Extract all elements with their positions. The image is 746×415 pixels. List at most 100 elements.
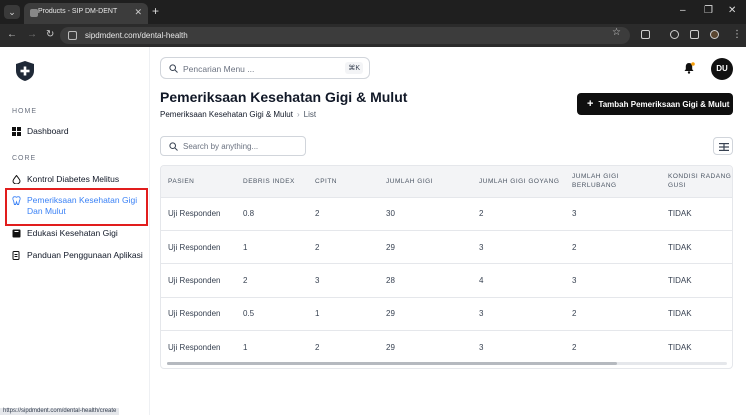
plus-icon: + [587,98,594,110]
cell-cpitn: 2 [315,209,320,219]
sidepanel-icon[interactable] [690,30,699,39]
cell-gigi-berlubang: 3 [572,209,577,219]
menu-search-input[interactable]: Pencarian Menu ... ⌘K [160,57,370,79]
address-bar[interactable]: sipdmdent.com/dental-health [60,27,630,44]
add-button-label: Tambah Pemeriksaan Gigi & Mulut [598,100,730,109]
column-header-pasien[interactable]: PASIEN [161,166,236,197]
cell-radang-gusi: TIDAK [668,343,692,352]
breadcrumb-separator: › [296,110,300,119]
page-title: Pemeriksaan Kesehatan Gigi & Mulut [160,89,408,105]
cell-gigi-goyang: 3 [479,343,484,352]
table-row[interactable]: Uji Responden 0.8 2 30 2 3 TIDAK [161,197,732,230]
cell-radang-gusi: TIDAK [668,309,692,319]
cell-jumlah-gigi: 30 [386,209,395,219]
forward-icon[interactable]: → [27,29,37,40]
scrollbar-thumb[interactable] [167,362,617,365]
maximize-icon[interactable]: ❐ [704,5,713,16]
back-icon[interactable]: ← [7,29,17,40]
cell-radang-gusi: TIDAK [668,275,692,285]
favicon-icon [30,9,38,17]
cell-jumlah-gigi: 29 [386,309,395,319]
drop-icon [12,175,21,184]
shortcut-badge: ⌘K [345,62,363,74]
search-icon [169,64,178,73]
sidebar-item-label: Dashboard [27,126,69,136]
sidebar-item-label: Panduan Penggunaan Aplikasi [27,250,143,260]
cell-gigi-berlubang: 2 [572,242,577,252]
cell-cpitn: 1 [315,309,320,319]
url-text: sipdmdent.com/dental-health [85,31,188,40]
cell-cpitn: 2 [315,343,320,352]
profile-sync-icon[interactable] [670,30,679,39]
book-icon [12,229,21,238]
bookmark-star-icon[interactable]: ☆ [612,27,621,38]
profile-avatar-icon[interactable] [710,30,719,39]
cell-cpitn: 2 [315,242,320,252]
cell-debris-index: 0.5 [243,309,255,319]
cell-gigi-goyang: 2 [479,209,484,219]
column-header-gigi-berlubang[interactable]: JUMLAH GIGI BERLUBANG [565,166,661,197]
sidebar-item-label: Kontrol Diabetes Melitus [27,174,120,184]
app-logo-icon[interactable] [16,61,34,81]
cell-jumlah-gigi: 28 [386,275,395,285]
column-header-gigi-goyang[interactable]: JUMLAH GIGI GOYANG [472,166,565,197]
highlight-box [5,188,148,226]
cell-debris-index: 1 [243,242,248,252]
tab-title: Products - SIP DM-DENT [38,8,118,15]
cell-gigi-berlubang: 2 [572,309,577,319]
cell-gigi-berlubang: 2 [572,343,577,352]
browser-tab-bar: ⌄ Products - SIP DM-DENT ✕ + – ❐ ✕ [0,0,746,24]
new-tab-icon[interactable]: + [152,4,159,18]
table-row[interactable]: Uji Responden 2 3 28 4 3 TIDAK [161,263,732,297]
section-core: CORE [12,155,37,162]
cell-pasien: Uji Responden [168,275,221,285]
column-header-cpitn[interactable]: CPITN [308,166,379,197]
cell-pasien: Uji Responden [168,242,221,252]
table-search-placeholder: Search by anything... [183,142,259,151]
breadcrumb-item-parent[interactable]: Pemeriksaan Kesehatan Gigi & Mulut [160,110,293,119]
table-row[interactable]: Uji Responden 1 2 29 3 2 TIDAK [161,330,732,364]
table-search-input[interactable]: Search by anything... [160,136,306,156]
column-header-jumlah-gigi[interactable]: JUMLAH GIGI [379,166,472,197]
browser-menu-icon[interactable]: ⋮ [732,29,742,40]
column-header-radang-gusi[interactable]: KONDISI RADANG GUSI [661,166,732,197]
tab-close-icon[interactable]: ✕ [134,7,142,18]
cell-radang-gusi: TIDAK [668,209,692,219]
minimize-icon[interactable]: – [680,5,686,16]
table-row[interactable]: Uji Responden 1 2 29 3 2 TIDAK [161,230,732,263]
cell-pasien: Uji Responden [168,309,221,319]
avatar[interactable]: DU [711,58,733,80]
table-row[interactable]: Uji Responden 0.5 1 29 3 2 TIDAK [161,297,732,330]
columns-icon [719,143,729,151]
bell-icon[interactable] [683,62,695,74]
section-home: HOME [12,108,37,115]
cell-jumlah-gigi: 29 [386,343,395,352]
reload-icon[interactable]: ↻ [46,29,54,40]
sidebar-item-label: Edukasi Kesehatan Gigi [27,228,118,238]
data-table: PASIEN DEBRIS INDEX CPITN JUMLAH GIGI JU… [160,165,733,369]
site-info-icon[interactable] [68,31,77,40]
close-window-icon[interactable]: ✕ [728,5,736,16]
extensions-icon[interactable] [641,30,650,39]
tab-search-button[interactable]: ⌄ [4,5,20,19]
cell-gigi-berlubang: 3 [572,275,577,285]
guide-icon [12,251,20,260]
column-header-debris-index[interactable]: DEBRIS INDEX [236,166,308,197]
cell-debris-index: 1 [243,343,248,352]
breadcrumb-item-current: List [303,110,317,119]
cell-gigi-goyang: 3 [479,242,484,252]
cell-debris-index: 2 [243,275,248,285]
cell-pasien: Uji Responden [168,209,221,219]
search-placeholder: Pencarian Menu ... [183,64,255,74]
dashboard-icon [12,127,21,136]
cell-gigi-goyang: 4 [479,275,484,285]
add-examination-button[interactable]: + Tambah Pemeriksaan Gigi & Mulut [577,93,733,115]
horizontal-scrollbar[interactable] [167,362,727,365]
browser-tab[interactable]: Products - SIP DM-DENT ✕ [24,3,148,24]
cell-jumlah-gigi: 29 [386,242,395,252]
table-header-row: PASIEN DEBRIS INDEX CPITN JUMLAH GIGI JU… [161,166,732,197]
sidebar: HOME Dashboard CORE Kontrol Diabetes Mel… [0,47,150,415]
column-toggle-button[interactable] [713,137,733,155]
cell-radang-gusi: TIDAK [668,242,692,252]
cell-gigi-goyang: 3 [479,309,484,319]
